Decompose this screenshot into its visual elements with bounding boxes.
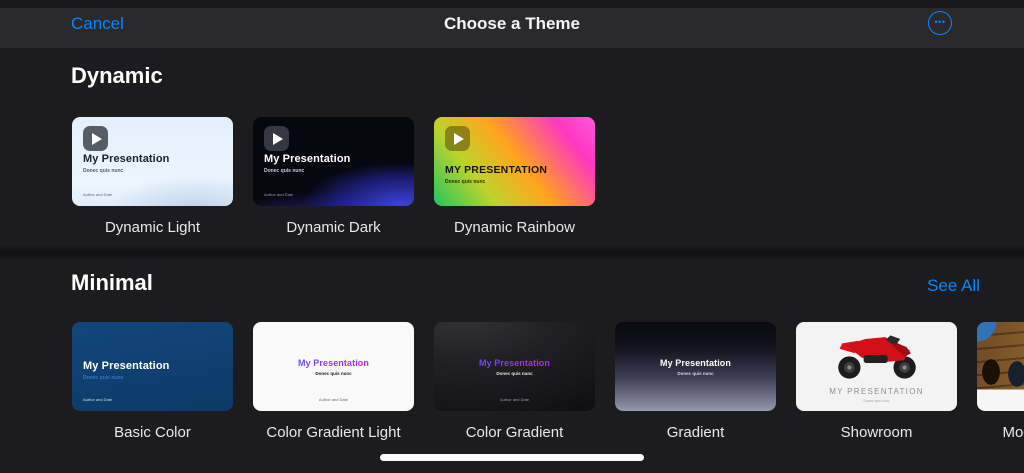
theme-gradient[interactable]: My PresentationDonec quis nuncAuthor and… <box>615 322 776 441</box>
slide-footer: Author and Date <box>83 397 112 402</box>
theme-thumbnail: My Presentation Donec quis nunc Author and… <box>72 322 233 411</box>
slide-footer: Author and Date <box>253 397 414 402</box>
theme-thumbnail: My Presentation Donec quis nunc Author and… <box>253 117 414 206</box>
page-title: Choose a Theme <box>0 14 1024 34</box>
slide-title: MY PRESENTATION <box>796 387 957 396</box>
slide-subtitle: Donec quis nunc <box>445 179 485 185</box>
home-indicator[interactable] <box>380 454 644 461</box>
theme-thumbnail: My Presentation Donec quis nunc Author and… <box>434 322 595 411</box>
theme-label: Gradient <box>615 424 776 441</box>
theme-label: Dynamic Light <box>72 219 233 236</box>
ellipsis-circle-icon: ••• <box>935 18 946 27</box>
slide-title: My Presentation <box>434 358 595 368</box>
section-title-minimal: Minimal <box>71 270 153 296</box>
theme-showroom[interactable]: MY PRESENTATIONDonec quis nuncAuthor and… <box>796 322 957 441</box>
motorcycle-image <box>828 327 926 383</box>
play-icon <box>445 126 470 151</box>
slide-subtitle: Donec quis nunc <box>83 375 123 381</box>
play-icon <box>83 126 108 151</box>
theme-thumbnail <box>977 322 1024 411</box>
theme-thumbnail: MY PRESENTATIONDonec quis nuncAuthor and… <box>796 322 957 411</box>
section-title-dynamic: Dynamic <box>71 63 163 89</box>
theme-basic-color[interactable]: My Presentation Donec quis nunc Author and… <box>72 322 233 441</box>
play-icon <box>264 126 289 151</box>
theme-label: Color Gradient Light <box>253 424 414 441</box>
theme-label: Dynamic Rainbow <box>434 219 595 236</box>
theme-label: Modern Portfolio <box>977 424 1024 441</box>
theme-dynamic-light[interactable]: My Presentation Donec quis nunc Author and… <box>72 117 233 236</box>
section-separator <box>0 245 1024 261</box>
slide-subtitle: Donec quis nunc <box>83 168 123 174</box>
slide-subtitle: Donec quis nunc <box>253 371 414 376</box>
slide-subtitle: Donec quis nunc <box>264 168 304 174</box>
slide-subtitle: Donec quis nunc <box>796 399 957 403</box>
theme-label: Basic Color <box>72 424 233 441</box>
slide-footer: Author and Date <box>83 192 112 197</box>
see-all-link[interactable]: See All <box>927 276 980 296</box>
slide-footer: Author and Date <box>264 192 293 197</box>
theme-label: Dynamic Dark <box>253 219 414 236</box>
theme-thumbnail: My Presentation Donec quis nunc Author and… <box>253 322 414 411</box>
theme-color-gradient-light[interactable]: My Presentation Donec quis nunc Author and… <box>253 322 414 441</box>
slide-title: My Presentation <box>83 360 169 372</box>
slide-title: My Presentation <box>253 358 414 368</box>
slide-subtitle: Donec quis nunc <box>434 371 595 376</box>
slide-footer: Author and Date <box>434 397 595 402</box>
slide-title: My Presentation <box>264 153 350 165</box>
theme-modern-portfolio[interactable]: Modern Portfolio <box>977 322 1024 441</box>
slide-title: My Presentation <box>83 153 169 165</box>
theme-thumbnail: My PresentationDonec quis nuncAuthor and… <box>615 322 776 411</box>
slide-subtitle: Donec quis nunc <box>615 371 776 376</box>
theme-row-minimal: My Presentation Donec quis nunc Author and… <box>72 322 1024 441</box>
theme-label: Color Gradient <box>434 424 595 441</box>
theme-dynamic-rainbow[interactable]: MY PRESENTATIONDonec quis nuncAuthor and… <box>434 117 595 236</box>
theme-label: Showroom <box>796 424 957 441</box>
theme-color-gradient[interactable]: My Presentation Donec quis nunc Author and… <box>434 322 595 441</box>
nav-bar: Cancel Choose a Theme ••• <box>0 0 1024 48</box>
slide-title: MY PRESENTATION <box>445 164 547 176</box>
theme-dynamic-dark[interactable]: My Presentation Donec quis nunc Author and… <box>253 117 414 236</box>
theme-thumbnail: MY PRESENTATIONDonec quis nuncAuthor and… <box>434 117 595 206</box>
more-options-button[interactable]: ••• <box>928 11 952 35</box>
theme-thumbnail: My Presentation Donec quis nunc Author and… <box>72 117 233 206</box>
theme-row-dynamic: My Presentation Donec quis nunc Author and… <box>72 117 595 236</box>
slide-title: My Presentation <box>615 358 776 368</box>
